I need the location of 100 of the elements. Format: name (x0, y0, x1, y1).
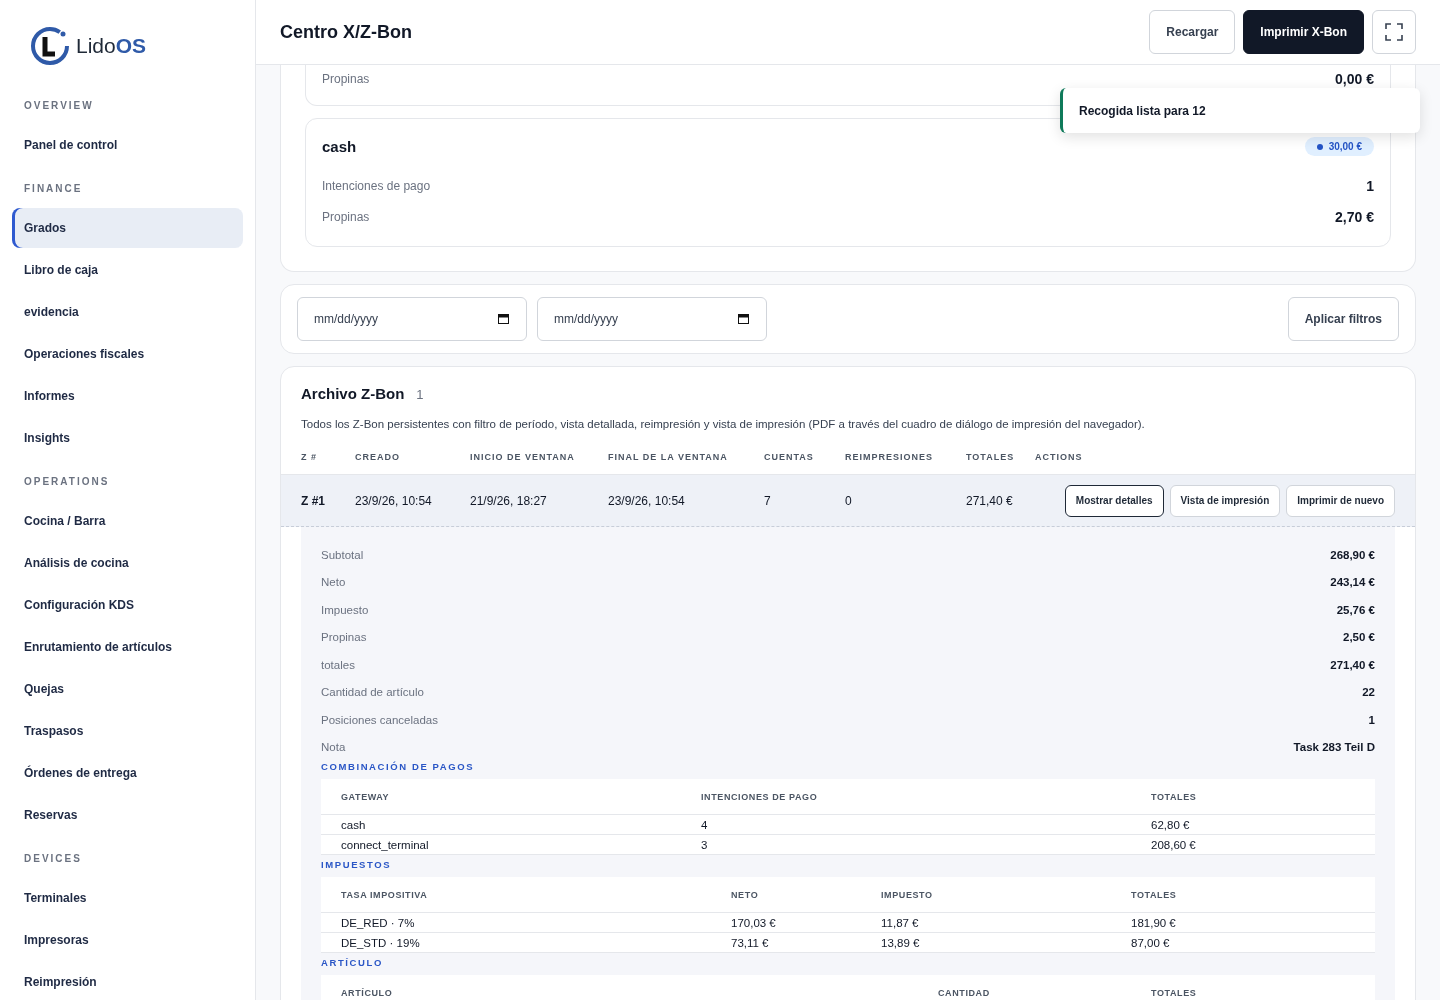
detail-label: Posiciones canceladas (321, 713, 438, 726)
detail-label: Cantidad de artículo (321, 686, 424, 699)
table-row[interactable]: Z #1 23/9/26, 10:54 21/9/26, 18:27 23/9/26, 10:54 7 0 271,40 € Mostrar detalles Vista de impresión Imprimir de nuevo (281, 475, 1415, 527)
detail-value: 2,50 € (1343, 631, 1375, 644)
row-action-button[interactable]: Imprimir de nuevo (1286, 484, 1395, 517)
sidebar-item[interactable]: Operaciones fiscales (12, 334, 243, 374)
sidebar-item[interactable]: Libro de caja (12, 250, 243, 290)
sidebar-item[interactable]: Reimpresión (12, 962, 243, 1000)
column-header: CREADO (355, 452, 401, 462)
detail-value: 1 (1368, 713, 1375, 726)
amount-badge: 30,00 € (1304, 137, 1374, 156)
table-cell-text: 13,89 € (881, 936, 921, 949)
gateway-name: cash (322, 138, 357, 155)
date-field[interactable]: mm/dd/yyyy (297, 297, 527, 341)
detail-value: 271,40 € (1330, 658, 1375, 671)
description-text: Todos los Z-Bon persistentes con filtro de período, vista detallada, reimpresión y vista de impresión (PDF a través del cuadro de diálogo de impresión del navegador). (301, 418, 1146, 430)
detail-label: Subtotal (321, 548, 364, 561)
sidebar-item[interactable]: Impresoras (12, 920, 243, 960)
sidebar-heading: OVERVIEW (23, 100, 95, 111)
detail-value: 243,14 € (1330, 576, 1375, 589)
column-header: FINAL DE LA VENTANA (608, 452, 729, 462)
column-header: GATEWAY (341, 791, 391, 802)
column-header: TOTALES (1131, 889, 1178, 900)
count-label: 1 (416, 387, 424, 402)
table-cell-text: 7 (764, 493, 772, 508)
page-title: Centro X/Z-Bon (280, 21, 413, 43)
column-header: IMPUESTO (881, 889, 934, 900)
section-title: Archivo Z-Bon (301, 385, 405, 402)
table-cell-text: 73,11 € (731, 936, 770, 949)
calendar-icon[interactable] (498, 313, 509, 324)
calendar-icon[interactable] (738, 313, 749, 324)
table-cell-text: 23/9/26, 10:54 (608, 493, 686, 508)
table-cell-text: 87,00 € (1131, 936, 1171, 949)
date-field[interactable]: mm/dd/yyyy (537, 297, 767, 341)
table-cell-text: 62,80 € (1151, 818, 1191, 831)
row-action-button[interactable]: Vista de impresión (1169, 484, 1281, 517)
detail-label: totales (321, 658, 355, 671)
table-cell-text: 170,03 € (731, 916, 777, 929)
column-header: REIMPRESIONES (845, 452, 934, 462)
detail-value: 268,90 € (1330, 548, 1375, 561)
table-cell-text: 181,90 € (1131, 916, 1177, 929)
row-action-button[interactable]: Mostrar detalles (1064, 484, 1164, 517)
sidebar-item[interactable]: Terminales (12, 878, 243, 918)
column-header: INTENCIONES DE PAGO (701, 791, 819, 802)
table-cell-text: 271,40 € (966, 493, 1014, 508)
sidebar-item[interactable]: Grados (12, 208, 243, 248)
stat-value: 1 (1366, 177, 1374, 194)
table-cell-text: Z #1 (301, 493, 326, 508)
detail-label: Nota (321, 741, 346, 754)
sidebar-item[interactable]: Análisis de cocina (12, 543, 243, 583)
stat-value: 2,70 € (1335, 208, 1374, 225)
table-cell-text: cash (341, 818, 367, 831)
sidebar-item[interactable]: evidencia (12, 292, 243, 332)
column-header: TASA IMPOSITIVA (341, 889, 429, 900)
fullscreen-button[interactable] (1372, 10, 1416, 54)
print-button[interactable]: Imprimir X-Bon (1243, 10, 1364, 54)
reload-button[interactable]: Recargar (1149, 10, 1236, 54)
column-header: TOTALES (966, 452, 1016, 462)
subsection-title: IMPUESTOS (321, 859, 393, 872)
subsection-title: COMBINACIÓN DE PAGOS (321, 761, 476, 774)
sidebar-item[interactable]: Órdenes de entrega (12, 753, 243, 793)
table-cell-text: 0 (845, 493, 853, 508)
table-cell-text: 11,87 € (881, 916, 920, 929)
table-cell-text: 3 (701, 838, 709, 851)
table-cell-text: DE_RED · 7% (341, 916, 416, 929)
sidebar-item[interactable]: Informes (12, 376, 243, 416)
sidebar-item[interactable]: Cocina / Barra (12, 501, 243, 541)
column-header: TOTALES (1151, 987, 1198, 998)
sidebar-item[interactable]: Traspasos (12, 711, 243, 751)
brand-name: LidoOS (76, 34, 147, 58)
column-header: TOTALES (1151, 791, 1198, 802)
table-cell-text: 208,60 € (1151, 838, 1197, 851)
sidebar-item[interactable]: Enrutamiento de artículos (12, 627, 243, 667)
detail-label: Propinas (321, 631, 367, 644)
table-cell-text: 23/9/26, 10:54 (355, 493, 433, 508)
column-header: ARTÍCULO (341, 987, 394, 998)
logo-icon (30, 26, 70, 66)
subsection-title: ARTÍCULO (321, 957, 384, 970)
sidebar-item[interactable]: Reservas (12, 795, 243, 835)
detail-label: Impuesto (321, 603, 369, 616)
detail-value: 22 (1362, 686, 1375, 699)
sidebar-item[interactable]: Configuración KDS (12, 585, 243, 625)
apply-filters-button[interactable]: Aplicar filtros (1287, 297, 1399, 341)
sidebar-item[interactable]: Panel de control (12, 125, 243, 165)
column-header: Z # (301, 452, 318, 462)
sidebar-item[interactable]: Insights (12, 418, 243, 458)
detail-value: Task 283 Teil D (1293, 741, 1375, 754)
detail-label: Neto (321, 576, 346, 589)
column-header: ACTIONS (1035, 452, 1084, 462)
table-cell-text: connect_terminal (341, 838, 430, 851)
table-cell-text: 21/9/26, 18:27 (470, 493, 548, 508)
stat-label: Propinas (322, 209, 370, 224)
sidebar-heading: OPERATIONS (23, 476, 111, 487)
sidebar-item[interactable]: Quejas (12, 669, 243, 709)
fullscreen-icon (1385, 23, 1403, 41)
sidebar-heading: DEVICES (23, 853, 83, 864)
column-header: INICIO DE VENTANA (470, 452, 576, 462)
detail-value: 25,76 € (1336, 603, 1375, 616)
table-cell-text: 4 (701, 818, 709, 831)
sidebar-heading: FINANCE (23, 183, 84, 194)
